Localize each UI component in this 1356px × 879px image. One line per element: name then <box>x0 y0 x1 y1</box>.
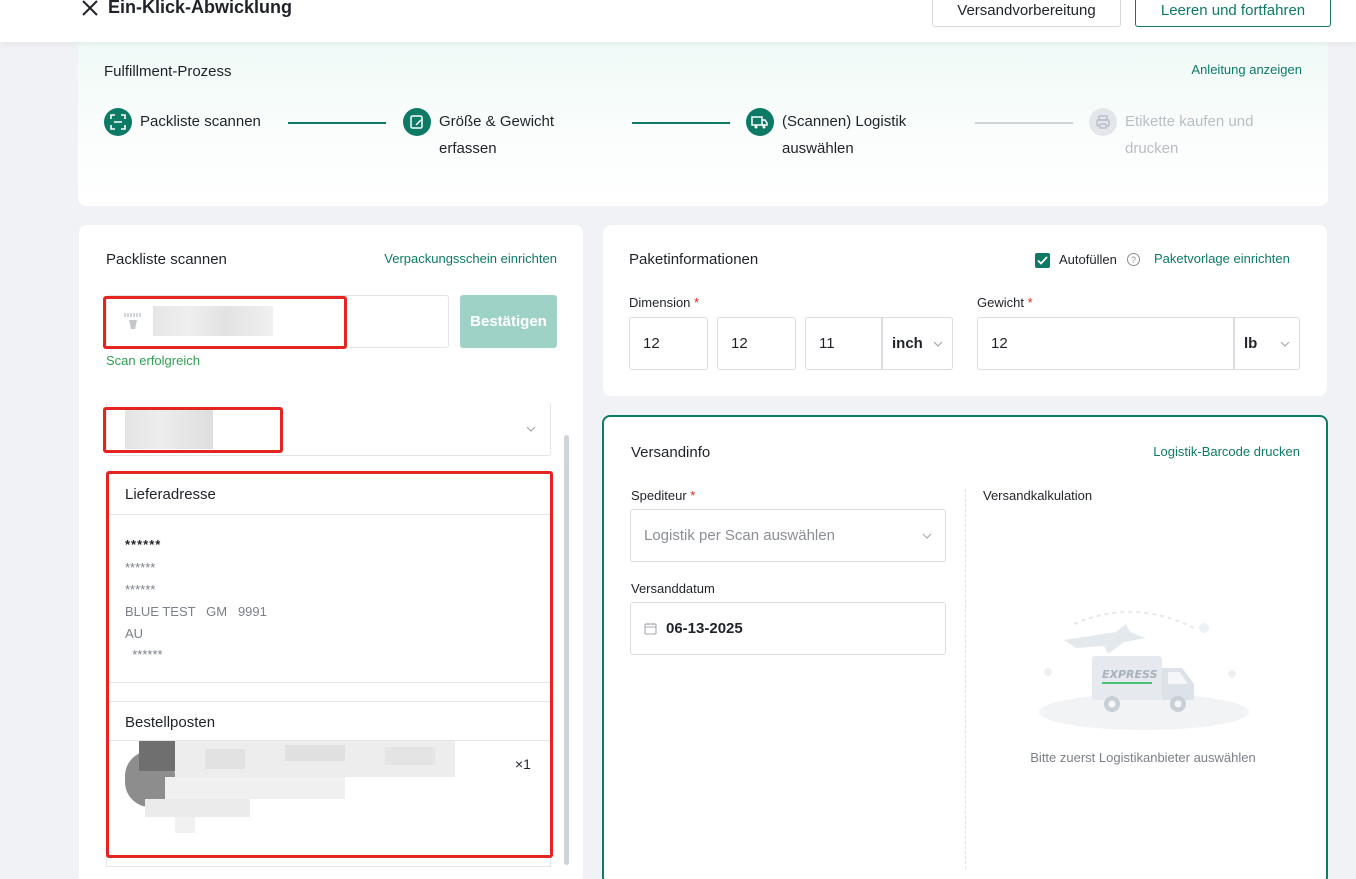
autofill-label[interactable]: Autofüllen <box>1059 252 1117 267</box>
ship-date-input[interactable]: 06-13-2025 <box>630 602 946 655</box>
length-input[interactable]: 12 <box>629 317 708 370</box>
empty-state-text: Bitte zuerst Logistikanbieter auswählen <box>1030 750 1256 765</box>
weight-unit-value: lb <box>1244 335 1258 352</box>
annotation-box <box>103 407 283 453</box>
page-title: Ein-Klick-Abwicklung <box>108 0 293 17</box>
confirm-button[interactable]: Bestätigen <box>460 295 557 348</box>
dimension-unit-select[interactable]: inch <box>881 317 953 370</box>
step-buy-label: Etikette kaufen und drucken <box>1089 108 1253 162</box>
step-connector <box>288 122 386 124</box>
help-icon[interactable]: ? <box>1127 253 1140 266</box>
weight-unit-select[interactable]: lb <box>1233 317 1300 370</box>
step-label: Größe & Gewicht erfassen <box>439 113 555 157</box>
weight-input[interactable]: 12 <box>977 317 1235 370</box>
step-size-weight: Größe & Gewicht erfassen <box>403 108 554 162</box>
shipping-preparation-button[interactable]: Versandvorbereitung <box>932 0 1121 27</box>
package-template-link[interactable]: Paketvorlage einrichten <box>1154 251 1290 266</box>
close-icon[interactable] <box>80 0 100 22</box>
dimension-unit-value: inch <box>892 335 923 352</box>
step-label: Etikette kaufen und drucken <box>1125 113 1254 157</box>
annotation-box <box>103 296 347 349</box>
fulfillment-process-panel: Fulfillment-Prozess Anleitung anzeigen P… <box>78 42 1328 206</box>
print-logistics-barcode-link[interactable]: Logistik-Barcode drucken <box>1153 444 1300 459</box>
weight-label: Gewicht * <box>977 295 1033 310</box>
chevron-down-icon <box>933 341 943 347</box>
scan-status: Scan erfolgreich <box>106 353 200 368</box>
width-input[interactable]: 12 <box>717 317 796 370</box>
divider <box>965 489 966 869</box>
shipping-info-card: Versandinfo Logistik-Barcode drucken Spe… <box>602 415 1328 879</box>
scrollbar[interactable] <box>564 435 569 865</box>
carrier-select[interactable]: Logistik per Scan auswählen <box>630 509 946 562</box>
express-truck-illustration-icon: EXPRESS <box>1039 611 1249 730</box>
printer-icon <box>1089 108 1117 136</box>
height-input[interactable]: 11 <box>805 317 883 370</box>
carrier-placeholder: Logistik per Scan auswählen <box>644 527 835 544</box>
packing-slip-setup-link[interactable]: Verpackungsschein einrichten <box>384 251 557 266</box>
scan-icon <box>104 108 132 136</box>
step-scan-packlist: Packliste scannen <box>104 108 261 136</box>
annotation-box <box>106 471 553 858</box>
autofill-checkbox[interactable] <box>1035 253 1050 268</box>
top-bar: Ein-Klick-Abwicklung Versandvorbereitung… <box>0 0 1356 42</box>
step-connector <box>975 122 1073 124</box>
package-info-title: Paketinformationen <box>629 251 759 268</box>
step-connector <box>632 122 730 124</box>
step-select-logistics: (Scannen) Logistik auswählen <box>746 108 906 162</box>
packlist-title: Packliste scannen <box>106 251 227 268</box>
dimension-label: Dimension * <box>629 295 700 310</box>
ship-date-label: Versanddatum <box>631 581 715 596</box>
process-title: Fulfillment-Prozess <box>104 63 232 80</box>
ship-date-value: 06-13-2025 <box>666 620 743 637</box>
edit-form-icon <box>403 108 431 136</box>
package-info-card: Paketinformationen Autofüllen ? Paketvor… <box>603 225 1327 396</box>
check-icon <box>1037 256 1048 265</box>
show-guide-link[interactable]: Anleitung anzeigen <box>1191 62 1302 77</box>
shipping-calculation-label: Versandkalkulation <box>983 488 1093 503</box>
step-label: (Scannen) Logistik auswählen <box>782 113 907 157</box>
step-label: Packliste scannen <box>140 113 261 130</box>
chevron-down-icon <box>526 426 536 432</box>
clear-and-continue-button[interactable]: Leeren und fortfahren <box>1135 0 1331 27</box>
shipping-info-title: Versandinfo <box>631 444 711 461</box>
calendar-icon <box>644 623 657 635</box>
truck-icon <box>746 108 774 136</box>
chevron-down-icon <box>1280 341 1290 347</box>
carrier-label: Spediteur * <box>631 488 696 503</box>
express-label: EXPRESS <box>1102 668 1158 681</box>
chevron-down-icon <box>922 533 932 539</box>
